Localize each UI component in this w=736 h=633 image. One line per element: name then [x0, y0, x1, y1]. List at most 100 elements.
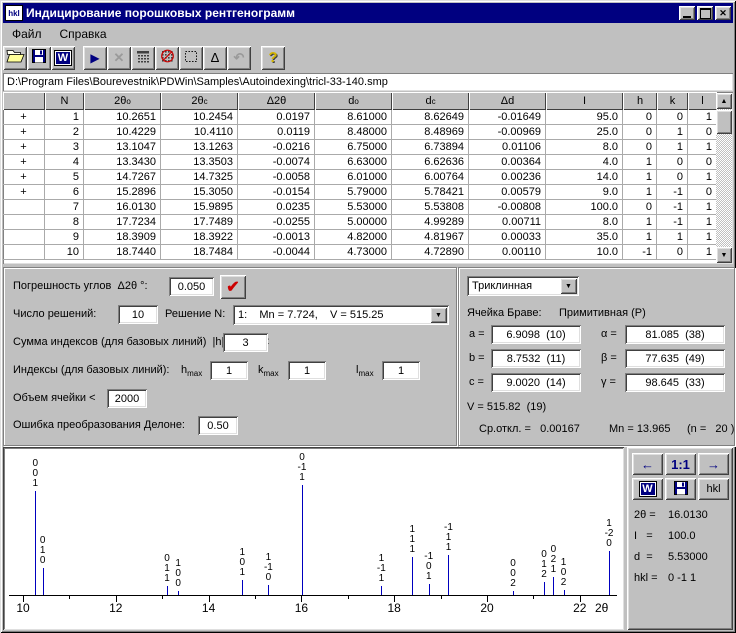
column-header[interactable]: 2θc: [161, 92, 238, 110]
diffraction-peak[interactable]: [268, 585, 269, 595]
table-cell: 1: [657, 230, 688, 245]
table-cell: 5.78421: [392, 185, 469, 200]
solution-select[interactable]: 1: Mn = 7.724, V = 515.25 ▼: [233, 305, 449, 325]
kmax-input[interactable]: 1: [288, 361, 326, 380]
table-row[interactable]: +210.422910.41100.01198.480008.48969-0.0…: [3, 125, 733, 140]
table-cell: 8.0: [546, 215, 623, 230]
chevron-down-icon[interactable]: ▼: [560, 278, 577, 294]
help-button[interactable]: ?: [261, 46, 285, 70]
table-button[interactable]: [131, 46, 155, 70]
diffraction-pattern-chart: 101214161820222θ0 0 10 1 00 1 11 0 01 0 …: [3, 447, 624, 630]
table-cell: -0.0058: [238, 170, 315, 185]
diffraction-peak[interactable]: [178, 591, 179, 595]
column-header[interactable]: h: [623, 92, 657, 110]
table-cell: 4.73000: [315, 245, 392, 260]
reflections-table: N2θo2θcΔ2θdodcΔdIhkl +110.265110.24540.0…: [3, 92, 733, 264]
diffraction-peak[interactable]: [43, 568, 44, 596]
diffraction-peak[interactable]: [429, 584, 430, 595]
angle-alpha-input[interactable]: 81.085 (38): [625, 325, 725, 344]
table-cell: -0.0154: [238, 185, 315, 200]
apply-button[interactable]: ✔: [220, 275, 246, 299]
table-row[interactable]: +110.265110.24540.01978.610008.62649-0.0…: [3, 110, 733, 125]
table-cell: 14.7325: [161, 170, 238, 185]
crystal-system-select[interactable]: Триклинная ▼: [467, 276, 579, 296]
crystal-system-value: Триклинная: [467, 280, 560, 292]
floppy-icon: [674, 481, 688, 498]
save-button[interactable]: [27, 46, 51, 70]
lmax-input[interactable]: 1: [382, 361, 420, 380]
column-header[interactable]: k: [657, 92, 688, 110]
app-icon[interactable]: hkl: [5, 5, 23, 21]
table-scrollbar[interactable]: ▲ ▼: [716, 93, 732, 263]
table-cell: 5.79000: [315, 185, 392, 200]
angle-beta-input[interactable]: 77.635 (49): [625, 349, 725, 368]
save-chart-button[interactable]: [665, 478, 696, 500]
diffraction-peak[interactable]: [564, 590, 565, 596]
open-file-button[interactable]: [3, 46, 27, 70]
zoom-1-1-button[interactable]: 1:1: [665, 453, 696, 475]
column-header[interactable]: dc: [392, 92, 469, 110]
delone-error-input[interactable]: 0.50: [198, 416, 238, 435]
table-row[interactable]: 817.723417.7489-0.02555.000004.992890.00…: [3, 215, 733, 230]
hmax-input[interactable]: 1: [210, 361, 248, 380]
exclude-lines-button[interactable]: [155, 46, 179, 70]
scroll-left-button[interactable]: ←: [632, 453, 663, 475]
scroll-right-button[interactable]: →: [698, 453, 729, 475]
scrollbar-thumb[interactable]: [716, 110, 732, 134]
word-export-chart-button[interactable]: W: [632, 478, 663, 500]
column-header[interactable]: [3, 92, 45, 110]
table-row[interactable]: +313.104713.1263-0.02166.750006.738940.0…: [3, 140, 733, 155]
diffraction-peak[interactable]: [412, 557, 413, 596]
maximize-button[interactable]: [697, 6, 713, 20]
table-row[interactable]: +615.289615.3050-0.01545.790005.784210.0…: [3, 185, 733, 200]
table-row[interactable]: 918.390918.3922-0.00134.820004.819670.00…: [3, 230, 733, 245]
table-cell: 100.0: [546, 200, 623, 215]
column-header[interactable]: 2θo: [84, 92, 161, 110]
angle-error-input[interactable]: 0.050: [169, 277, 214, 296]
diffraction-peak[interactable]: [448, 555, 449, 595]
column-header[interactable]: do: [315, 92, 392, 110]
table-cell: 9.0: [546, 185, 623, 200]
diffraction-peak[interactable]: [544, 582, 545, 595]
diffraction-peak[interactable]: [302, 485, 303, 595]
menu-item-file[interactable]: Файл: [3, 25, 51, 43]
column-header[interactable]: Δd: [469, 92, 546, 110]
scroll-up-button[interactable]: ▲: [716, 93, 732, 109]
table-row[interactable]: +413.343013.3503-0.00746.630006.626360.0…: [3, 155, 733, 170]
diffraction-peak[interactable]: [242, 580, 243, 595]
column-header[interactable]: N: [45, 92, 84, 110]
crossed-grid-icon: [160, 49, 175, 66]
table-row[interactable]: 1018.744018.7484-0.00444.730004.728900.0…: [3, 245, 733, 260]
delaunay-button[interactable]: Δ: [203, 46, 227, 70]
diffraction-peak[interactable]: [609, 551, 610, 595]
column-header[interactable]: I: [546, 92, 623, 110]
close-button[interactable]: ✕: [715, 6, 731, 20]
solution-select-value: 1: Mn = 7.724, V = 515.25: [233, 309, 430, 321]
cell-c-input[interactable]: 9.0020 (14): [491, 373, 581, 392]
diffraction-peak[interactable]: [513, 591, 514, 595]
scroll-down-button[interactable]: ▼: [716, 247, 732, 263]
minimize-button[interactable]: [679, 6, 695, 20]
diffraction-peak[interactable]: [381, 586, 382, 595]
cell-a-input[interactable]: 6.9098 (10): [491, 325, 581, 344]
index-sum-input[interactable]: 3: [223, 333, 268, 352]
menu-item-help[interactable]: Справка: [51, 25, 116, 43]
hkl-toggle-button[interactable]: hkl: [698, 478, 729, 500]
cell-b-input[interactable]: 8.7532 (11): [491, 349, 581, 368]
table-cell: 10.0: [546, 245, 623, 260]
solutions-count-input[interactable]: 10: [118, 305, 158, 324]
table-cell: 14.7267: [84, 170, 161, 185]
chevron-down-icon[interactable]: ▼: [430, 307, 447, 323]
table-row[interactable]: 716.013015.98950.02355.530005.53808-0.00…: [3, 200, 733, 215]
column-header[interactable]: Δ2θ: [238, 92, 315, 110]
x-axis-tick-label: 16: [295, 601, 308, 615]
column-header[interactable]: l: [688, 92, 717, 110]
word-export-button[interactable]: W: [51, 46, 75, 70]
table-cell: 10.4229: [84, 125, 161, 140]
table-row[interactable]: +514.726714.7325-0.00586.010006.007640.0…: [3, 170, 733, 185]
run-indexing-button[interactable]: ▶: [83, 46, 107, 70]
cell-volume-input[interactable]: 2000: [107, 389, 147, 408]
app-window: hkl Индицирование порошковых рентгеногра…: [0, 0, 736, 633]
angle-gamma-input[interactable]: 98.645 (33): [625, 373, 725, 392]
grid-button[interactable]: [179, 46, 203, 70]
